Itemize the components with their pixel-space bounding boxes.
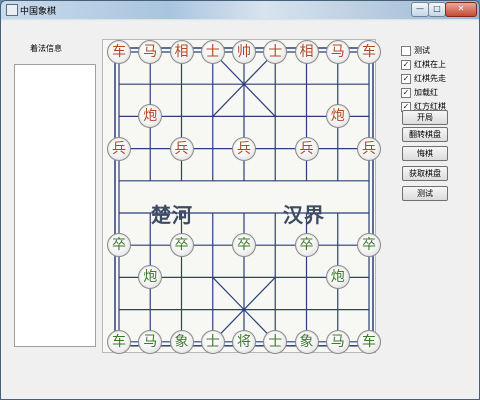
checkbox-label: 红棋在上 [414, 60, 446, 69]
checkbox-box[interactable]: ✓ [401, 74, 411, 84]
checkbox-label: 测试 [414, 46, 430, 55]
black-piece[interactable]: 卒 [294, 233, 319, 258]
black-piece[interactable]: 炮 [325, 265, 350, 290]
app-icon [6, 4, 18, 16]
black-piece[interactable]: 卒 [357, 233, 381, 258]
black-piece[interactable]: 士 [263, 329, 288, 354]
board-grid [114, 47, 374, 347]
red-piece[interactable]: 车 [357, 40, 381, 64]
start-game-button[interactable]: 开局 [402, 110, 448, 125]
move-info-label: 着法信息 [30, 44, 62, 53]
red-piece[interactable]: 士 [200, 40, 225, 64]
black-piece[interactable]: 车 [107, 329, 131, 354]
chess-board[interactable]: 楚河 汉界 车马相士帅士相马车炮炮兵兵兵兵兵卒卒卒卒卒炮炮车马象士将士象马车 [102, 39, 381, 354]
get-board-button[interactable]: 获取棋盘 [402, 166, 448, 181]
red-piece[interactable]: 相 [169, 40, 194, 64]
black-piece[interactable]: 卒 [169, 233, 194, 258]
black-piece[interactable]: 马 [138, 329, 163, 354]
red-piece[interactable]: 兵 [357, 136, 381, 161]
red-piece[interactable]: 兵 [169, 136, 194, 161]
red-piece[interactable]: 炮 [325, 104, 350, 129]
checkbox-label: 红棋先走 [414, 74, 446, 83]
black-piece[interactable]: 士 [200, 329, 225, 354]
undo-move-button[interactable]: 悔棋 [402, 146, 448, 161]
flip-board-button[interactable]: 翻转棋盘 [402, 127, 448, 142]
red-piece[interactable]: 车 [107, 40, 131, 64]
red-piece[interactable]: 相 [294, 40, 319, 64]
black-piece[interactable]: 马 [325, 329, 350, 354]
checkbox-box[interactable]: ✓ [401, 60, 411, 70]
river-right-text: 汉界 [283, 203, 325, 227]
checkbox-box[interactable]: ✓ [401, 88, 411, 98]
black-piece[interactable]: 将 [232, 329, 256, 354]
black-piece[interactable]: 卒 [232, 233, 256, 258]
app-window: 中国象棋 — □ ✕ 着法信息 楚河 汉界 车马相士帅士相马车炮炮兵兵兵兵兵卒卒… [0, 0, 480, 400]
checkbox-label: 加载红 [414, 88, 438, 97]
window-title: 中国象棋 [20, 7, 57, 17]
black-piece[interactable]: 车 [357, 329, 381, 354]
red-piece[interactable]: 兵 [107, 136, 131, 161]
minimize-button[interactable]: — [411, 2, 429, 17]
black-piece[interactable]: 象 [294, 329, 319, 354]
black-piece[interactable]: 象 [169, 329, 194, 354]
red-piece[interactable]: 兵 [232, 136, 256, 161]
close-button[interactable]: ✕ [445, 2, 477, 17]
red-piece[interactable]: 兵 [294, 136, 319, 161]
checkbox-box[interactable] [401, 46, 411, 56]
river-left-text: 楚河 [151, 203, 193, 227]
test-button[interactable]: 测试 [402, 186, 448, 201]
black-piece[interactable]: 卒 [107, 233, 131, 258]
maximize-button[interactable]: □ [428, 2, 446, 17]
client-area: 着法信息 楚河 汉界 车马相士帅士相马车炮炮兵兵兵兵兵卒卒卒卒卒炮炮车马象士将士… [6, 21, 474, 394]
red-piece[interactable]: 马 [325, 40, 350, 64]
red-piece[interactable]: 帅 [232, 40, 256, 64]
move-info-list[interactable] [14, 64, 96, 347]
title-bar[interactable]: 中国象棋 — □ ✕ [1, 1, 479, 19]
